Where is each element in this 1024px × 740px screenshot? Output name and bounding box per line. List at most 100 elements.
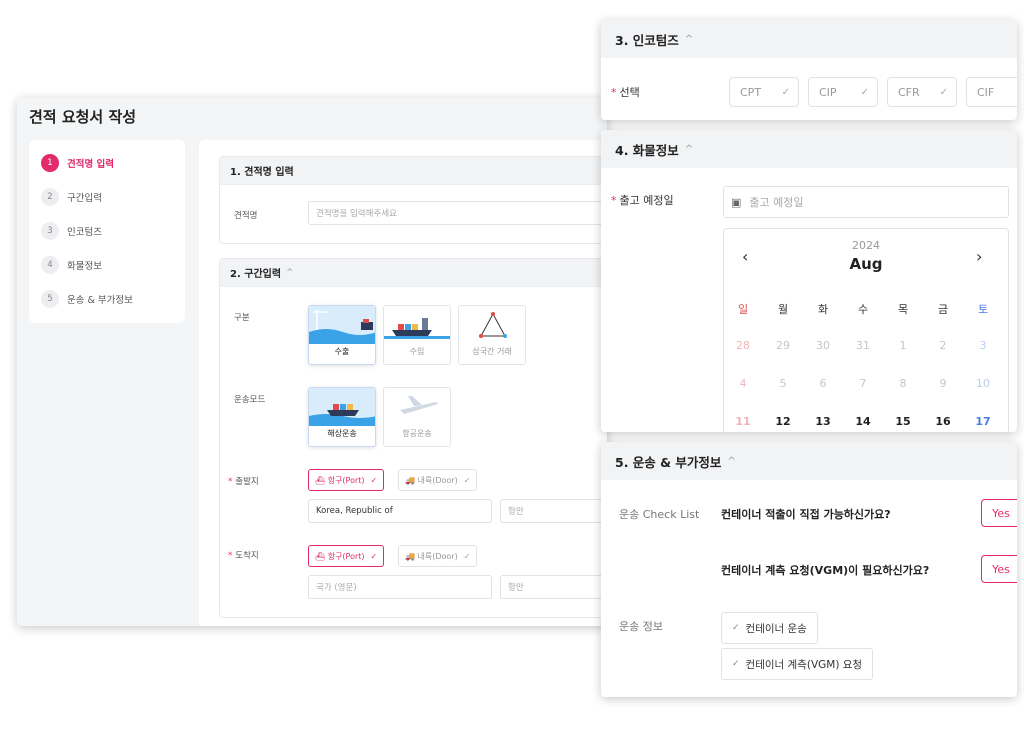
- check-icon: ✓: [463, 475, 471, 485]
- mode-label-text: 항공운송: [402, 429, 432, 438]
- section-header: 1. 견적명 입력: [220, 157, 607, 185]
- type-label-text: 수출: [334, 347, 350, 356]
- step-number: 5: [41, 290, 59, 308]
- calendar-day[interactable]: 5: [768, 377, 798, 390]
- section-title: 2. 구간입력: [230, 269, 282, 280]
- sea-transport-icon: [309, 388, 375, 426]
- calendar-day[interactable]: 12: [768, 415, 798, 428]
- step-number: 4: [41, 256, 59, 274]
- calendar-day[interactable]: 9: [928, 377, 958, 390]
- calendar-icon: ▣: [731, 195, 742, 209]
- step-label: 인코텀즈: [67, 227, 102, 238]
- calendar-day[interactable]: 30: [808, 339, 838, 352]
- step-number: 1: [41, 154, 59, 172]
- calendar-month: Aug: [849, 255, 883, 273]
- dest-door-chip[interactable]: 🚚 내륙(Door) ✓: [398, 545, 478, 567]
- transport-card: 5. 운송 & 부가정보 ^ 운송 Check List 컨테이너 적출이 직접…: [601, 442, 1017, 697]
- page-title: 견적 요청서 작성: [29, 108, 137, 126]
- check-icon: ✓: [370, 475, 378, 485]
- weekday-header: 화: [817, 303, 829, 316]
- dest-port-chip[interactable]: ⛴ 항구(Port) ✓: [308, 545, 385, 567]
- next-month-icon[interactable]: ›: [976, 247, 982, 266]
- calendar-day[interactable]: 29: [768, 339, 798, 352]
- origin-port-chip[interactable]: ⛴ 항구(Port) ✓: [308, 469, 385, 491]
- weekday-header: 월: [777, 303, 789, 316]
- quote-request-window: 견적 요청서 작성 1 견적명 입력 2 구간입력 3 인코텀즈 4 화물정보 …: [17, 98, 607, 626]
- incoterms-label: * 선택: [611, 86, 640, 99]
- calendar-day[interactable]: 8: [888, 377, 918, 390]
- step-label: 운송 & 부가정보: [67, 295, 133, 306]
- port-icon: ⛴: [315, 551, 328, 561]
- incoterm-option-cip[interactable]: CIP ✓: [808, 77, 878, 107]
- check-icon: ✓: [732, 659, 740, 669]
- calendar-year: 2024: [852, 239, 880, 252]
- service-container-transport[interactable]: ✓ 컨테이너 운송: [721, 612, 818, 644]
- incoterm-option-cif[interactable]: CIF: [966, 77, 1017, 107]
- field-label: 견적명: [234, 211, 258, 221]
- calendar-day[interactable]: 1: [888, 339, 918, 352]
- section-title: 4. 화물정보: [615, 142, 679, 158]
- calendar-day[interactable]: 14: [848, 415, 878, 428]
- destination-label: * 도착지: [228, 551, 259, 561]
- chevron-up-icon[interactable]: ^: [685, 34, 693, 45]
- step-item-2[interactable]: 2 구간입력: [41, 186, 102, 208]
- calendar-day[interactable]: 7: [848, 377, 878, 390]
- cargo-card: 4. 화물정보 ^ * 출고 예정일 ▣ 출고 예정일 2024 Aug ‹ › …: [601, 130, 1017, 432]
- calendar-day[interactable]: 31: [848, 339, 878, 352]
- mode-label-text: 해상운송: [327, 429, 357, 438]
- transport-info-label: 운송 정보: [619, 620, 663, 633]
- origin-port-input[interactable]: 항만: [500, 499, 607, 523]
- step-item-4[interactable]: 4 화물정보: [41, 254, 102, 276]
- truck-icon: 🚚: [405, 551, 418, 561]
- step-item-3[interactable]: 3 인코텀즈: [41, 220, 102, 242]
- mode-air-tile[interactable]: 항공운송: [383, 387, 451, 447]
- chevron-up-icon[interactable]: ^: [286, 268, 294, 278]
- calendar-day[interactable]: 2: [928, 339, 958, 352]
- step-label: 화물정보: [67, 261, 102, 272]
- dest-country-input[interactable]: 국가 (영문): [308, 575, 492, 599]
- check-icon: ✓: [732, 623, 740, 633]
- calendar-day[interactable]: 10: [968, 377, 998, 390]
- calendar-day[interactable]: 6: [808, 377, 838, 390]
- origin-country-input[interactable]: Korea, Republic of: [308, 499, 492, 523]
- section-title: 3. 인코텀즈: [615, 32, 679, 48]
- calendar-day[interactable]: 17: [968, 415, 998, 428]
- form-content: 1. 견적명 입력 견적명 견적명을 입력해주세요 2. 구간입력 ^ 구분 수…: [199, 140, 607, 626]
- type-label-text: 수입: [409, 347, 425, 356]
- step-number: 2: [41, 188, 59, 206]
- quote-name-input[interactable]: 견적명을 입력해주세요: [308, 201, 607, 225]
- type-import-tile[interactable]: 수입: [383, 305, 451, 365]
- import-ship-icon: [384, 306, 450, 344]
- calendar-day[interactable]: 3: [968, 339, 998, 352]
- incoterm-option-cpt[interactable]: CPT ✓: [729, 77, 799, 107]
- weekday-header: 목: [897, 303, 909, 316]
- calendar-day[interactable]: 28: [728, 339, 758, 352]
- mode-sea-tile[interactable]: 해상운송: [308, 387, 376, 447]
- calendar-day[interactable]: 4: [728, 377, 758, 390]
- origin-door-chip[interactable]: 🚚 내륙(Door) ✓: [398, 469, 478, 491]
- step-sidebar: 1 견적명 입력 2 구간입력 3 인코텀즈 4 화물정보 5 운송 & 부가정…: [29, 140, 185, 323]
- yes-button-unstuffing[interactable]: Yes: [981, 499, 1017, 527]
- truck-icon: 🚚: [405, 475, 418, 485]
- type-export-tile[interactable]: 수출: [308, 305, 376, 365]
- prev-month-icon[interactable]: ‹: [742, 247, 748, 266]
- step-item-5[interactable]: 5 운송 & 부가정보: [41, 288, 133, 310]
- incoterm-option-cfr[interactable]: CFR ✓: [887, 77, 957, 107]
- type-triangular-tile[interactable]: 삼국간 거래: [458, 305, 526, 365]
- calendar-day[interactable]: 11: [728, 415, 758, 428]
- chevron-up-icon[interactable]: ^: [685, 144, 693, 155]
- dest-port-input[interactable]: 항만: [500, 575, 607, 599]
- calendar-day[interactable]: 13: [808, 415, 838, 428]
- calendar-day[interactable]: 15: [888, 415, 918, 428]
- triangle-icon: [459, 306, 525, 344]
- step-item-1[interactable]: 1 견적명 입력: [41, 152, 114, 174]
- ship-date-input[interactable]: ▣ 출고 예정일: [723, 186, 1009, 218]
- section-header: 3. 인코텀즈 ^: [601, 20, 1017, 58]
- weekday-header: 수: [857, 303, 869, 316]
- chevron-up-icon[interactable]: ^: [727, 456, 735, 467]
- calendar-day[interactable]: 16: [928, 415, 958, 428]
- weekday-header: 금: [937, 303, 949, 316]
- origin-label: * 출발지: [228, 477, 259, 487]
- service-vgm-request[interactable]: ✓ 컨테이너 계측(VGM) 요청: [721, 648, 874, 680]
- yes-button-vgm[interactable]: Yes: [981, 555, 1017, 583]
